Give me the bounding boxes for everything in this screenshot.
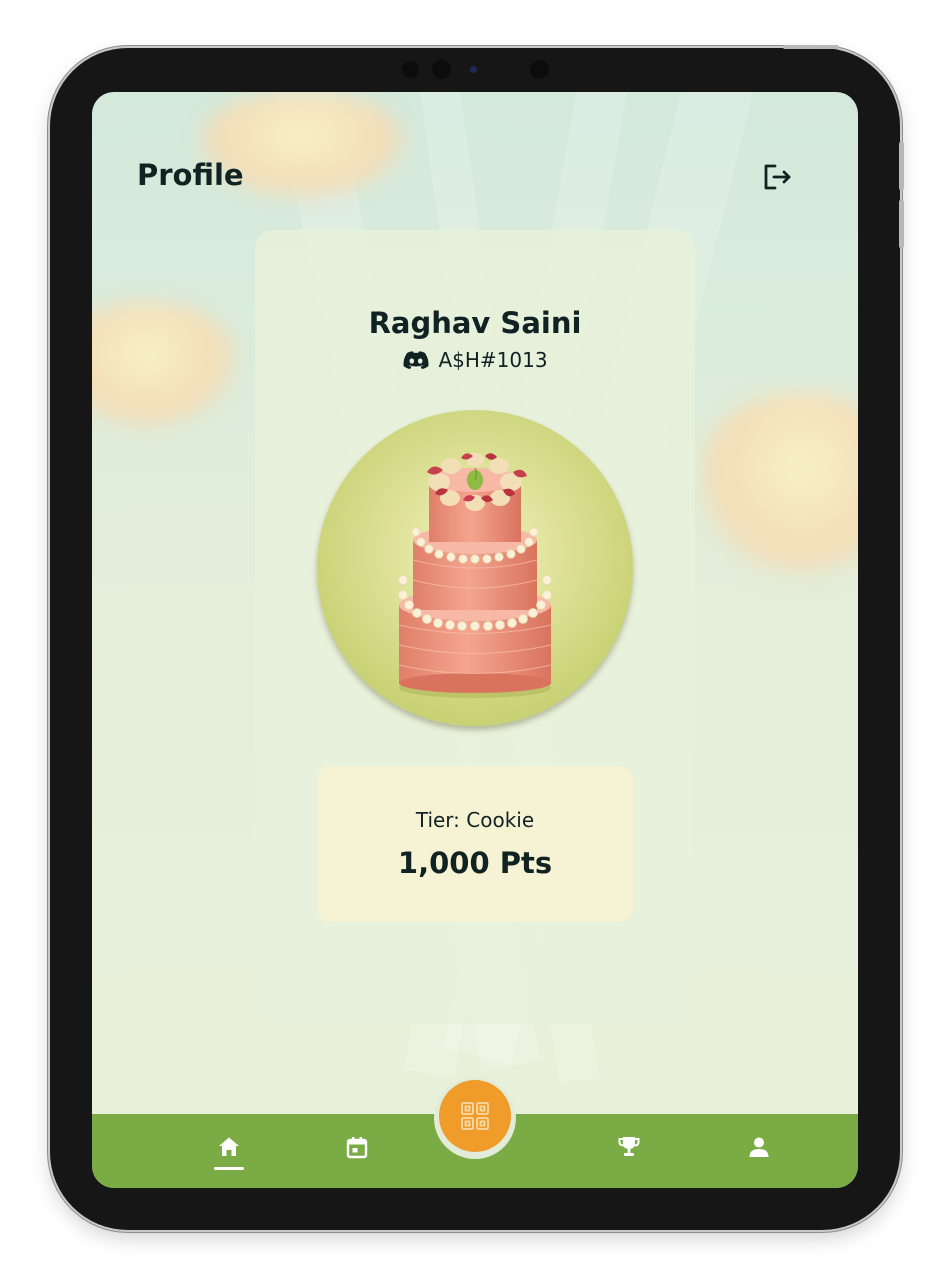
logout-icon[interactable] (760, 160, 794, 194)
discord-icon (403, 351, 429, 369)
volume-down-button (899, 200, 904, 248)
power-button (783, 45, 839, 49)
profile-card: Raghav Saini A$H#1013 Tier: Cookie 1,000… (255, 230, 695, 1024)
page-title: Profile (137, 158, 244, 192)
points-value: 1,000 Pts (397, 846, 553, 880)
camera-lens (432, 60, 451, 79)
active-tab-indicator (214, 1167, 244, 1170)
profile-name: Raghav Saini (368, 306, 582, 340)
profile-avatar (317, 410, 633, 726)
background-cloud (92, 302, 242, 432)
camera-lens (402, 61, 419, 78)
trophy-icon[interactable] (616, 1134, 642, 1160)
app-screen: Profile Raghav Saini A$H#1013 Tier: Cook… (92, 92, 858, 1188)
qr-scan-icon (461, 1102, 489, 1130)
discord-handle: A$H#1013 (438, 348, 548, 372)
discord-handle-row: A$H#1013 (255, 348, 695, 372)
camera-lens (530, 60, 549, 79)
cake-illustration (398, 453, 552, 698)
volume-up-button (899, 142, 904, 190)
tier-label: Tier: Cookie (415, 808, 535, 832)
person-icon[interactable] (746, 1134, 772, 1160)
camera-sensor (470, 66, 477, 73)
background-cloud (692, 392, 858, 582)
calendar-icon[interactable] (344, 1134, 370, 1160)
tier-points-card: Tier: Cookie 1,000 Pts (317, 766, 633, 922)
qr-scan-button[interactable] (439, 1080, 511, 1152)
home-icon[interactable] (216, 1134, 242, 1160)
